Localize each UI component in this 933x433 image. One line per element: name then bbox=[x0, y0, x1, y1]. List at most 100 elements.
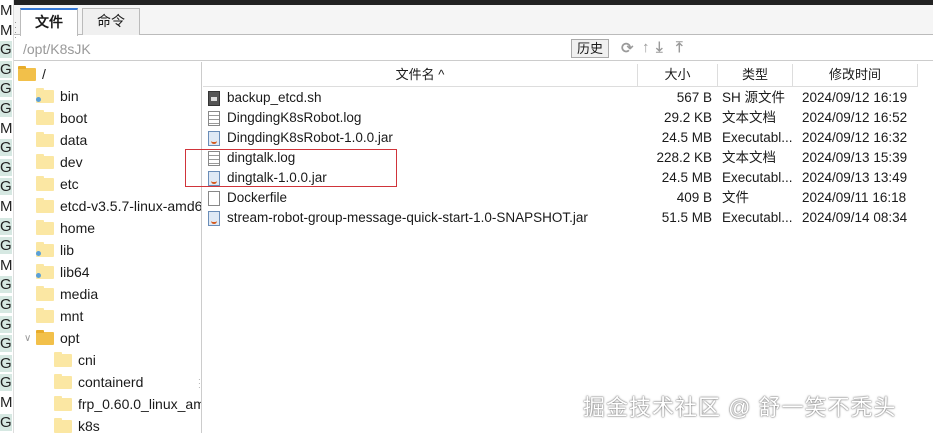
history-button[interactable]: 历史 bbox=[571, 39, 609, 58]
file-row[interactable]: DingdingK8sRobot-1.0.0.jar 24.5 MB Execu… bbox=[203, 128, 933, 148]
file-mtime: 2024/09/14 08:34 bbox=[802, 210, 908, 225]
strip-letter: M bbox=[0, 2, 13, 19]
tree-node-label: containerd bbox=[78, 374, 144, 390]
strip-letter: G bbox=[0, 139, 12, 157]
column-mtime[interactable]: 修改时间 bbox=[793, 64, 918, 87]
file-size: 24.5 MB bbox=[661, 170, 712, 185]
tree-node-label: data bbox=[60, 132, 88, 148]
column-type[interactable]: 类型 bbox=[718, 64, 793, 87]
file-mtime: 2024/09/12 16:52 bbox=[802, 110, 908, 125]
file-type: Executabl... bbox=[722, 170, 793, 185]
tree-node-label: lib64 bbox=[60, 264, 90, 280]
splitter-handle[interactable]: · · · bbox=[198, 376, 201, 392]
strip-letter: G bbox=[0, 335, 12, 353]
tree-node[interactable]: frp_0.60.0_linux_amd64 bbox=[54, 394, 201, 414]
tree-node[interactable]: mnt bbox=[36, 306, 83, 326]
tree-node[interactable]: / bbox=[18, 64, 46, 84]
tree-node-label: home bbox=[60, 220, 96, 236]
tree-node-label: frp_0.60.0_linux_amd64 bbox=[78, 396, 201, 412]
tree-node[interactable]: dev bbox=[36, 152, 83, 172]
tree-node[interactable]: k8s bbox=[54, 416, 100, 433]
file-row[interactable]: DingdingK8sRobot.log 29.2 KB 文本文档 2024/0… bbox=[203, 108, 933, 128]
strip-letter: G bbox=[0, 374, 12, 392]
tree-node[interactable]: bin bbox=[36, 86, 79, 106]
tree-node-label: etcd-v3.5.7-linux-amd64 bbox=[60, 198, 202, 214]
file-size: 24.5 MB bbox=[661, 130, 712, 145]
tree-node-label: bin bbox=[60, 88, 79, 104]
tab-files[interactable]: 文件 bbox=[20, 8, 78, 36]
column-name[interactable]: 文件名 ^ bbox=[203, 64, 638, 87]
file-type: 文件 bbox=[722, 190, 749, 205]
file-mtime: 2024/09/13 13:49 bbox=[802, 170, 908, 185]
strip-letter: G bbox=[0, 41, 12, 59]
up-icon[interactable]: ↑ bbox=[642, 39, 650, 56]
file-mtime: 2024/09/12 16:32 bbox=[802, 130, 908, 145]
file-type: 文本文档 bbox=[722, 150, 776, 165]
tree-node[interactable]: home bbox=[36, 218, 95, 238]
folder-icon bbox=[36, 263, 54, 279]
strip-letter: M bbox=[0, 394, 13, 411]
tree-node[interactable]: media bbox=[36, 284, 98, 304]
file-name: Dockerfile bbox=[227, 190, 288, 205]
strip-letter: G bbox=[0, 217, 12, 235]
tree-node[interactable]: etc bbox=[36, 174, 79, 194]
text-file-icon bbox=[208, 111, 220, 126]
refresh-icon[interactable]: ⟳ bbox=[621, 39, 634, 57]
tree-node[interactable]: lib64 bbox=[36, 262, 90, 282]
chevron-down-icon[interactable]: ∨ bbox=[24, 333, 31, 344]
tree-node-label: etc bbox=[60, 176, 79, 192]
file-mtime: 2024/09/13 15:39 bbox=[802, 150, 908, 165]
strip-letter: G bbox=[0, 354, 12, 372]
file-row[interactable]: stream-robot-group-message-quick-start-1… bbox=[203, 208, 933, 228]
folder-icon bbox=[36, 329, 54, 345]
strip-letter: M bbox=[0, 256, 13, 274]
folder-icon bbox=[54, 417, 72, 433]
tree-node-label: mnt bbox=[60, 308, 84, 324]
folder-icon bbox=[36, 87, 54, 103]
jar-file-icon bbox=[208, 131, 220, 146]
folder-icon bbox=[36, 197, 54, 213]
tree-node-label: lib bbox=[60, 242, 75, 258]
file-type: Executabl... bbox=[722, 210, 793, 225]
file-mtime: 2024/09/12 16:19 bbox=[802, 90, 908, 105]
tab-bar: 文件 命令 bbox=[14, 5, 933, 36]
strip-letter: G bbox=[0, 60, 12, 78]
strip-letter: M bbox=[0, 21, 13, 39]
tree-node[interactable]: etcd-v3.5.7-linux-amd64 bbox=[36, 196, 202, 216]
tree-node[interactable]: cni bbox=[54, 350, 96, 370]
folder-icon bbox=[36, 219, 54, 235]
strip-letter: G bbox=[0, 100, 12, 117]
path-input[interactable]: /opt/K8sJK bbox=[23, 41, 91, 57]
folder-icon bbox=[54, 395, 72, 411]
file-mtime: 2024/09/11 16:18 bbox=[802, 190, 907, 205]
tree-node[interactable]: ∨ opt bbox=[24, 328, 79, 348]
path-bar: /opt/K8sJK 历史 ⟳ ↑ ⤓ ⤒ bbox=[14, 36, 933, 61]
file-size: 409 B bbox=[676, 190, 712, 205]
file-row[interactable]: backup_etcd.sh 567 B SH 源文件 2024/09/12 1… bbox=[203, 88, 933, 108]
watermark: 掘金技术社区 @ 舒一笑不秃头 bbox=[583, 395, 897, 420]
file-name: DingdingK8sRobot.log bbox=[227, 110, 362, 125]
upload-icon[interactable]: ⤒ bbox=[676, 39, 683, 56]
strip-letter: G bbox=[0, 178, 12, 196]
tree-node-label: / bbox=[42, 66, 46, 82]
strip-letter: M bbox=[0, 119, 13, 137]
column-size[interactable]: 大小 bbox=[638, 64, 718, 87]
folder-icon bbox=[36, 175, 54, 191]
tree-node[interactable]: data bbox=[36, 130, 87, 150]
strip-letter: G bbox=[0, 158, 12, 176]
strip-letter: G bbox=[0, 80, 12, 98]
tree-node[interactable]: lib bbox=[36, 240, 74, 260]
file-icon bbox=[208, 191, 220, 206]
tree-node[interactable]: boot bbox=[36, 108, 87, 128]
strip-letter: G bbox=[0, 315, 12, 333]
tree-node[interactable]: containerd bbox=[54, 372, 143, 392]
file-row[interactable]: Dockerfile 409 B 文件 2024/09/11 16:18 bbox=[203, 188, 933, 208]
directory-tree: / bin boot data dev etc etcd-v3.5.7-linux-amd6… bbox=[14, 62, 202, 433]
download-icon[interactable]: ⤓ bbox=[656, 39, 663, 56]
tab-commands[interactable]: 命令 bbox=[82, 8, 140, 35]
file-name: stream-robot-group-message-quick-start-1… bbox=[227, 210, 588, 225]
file-size: 51.5 MB bbox=[661, 210, 712, 225]
tree-node-label: media bbox=[60, 286, 99, 302]
file-type: SH 源文件 bbox=[722, 90, 786, 105]
tree-node-label: cni bbox=[78, 352, 96, 368]
